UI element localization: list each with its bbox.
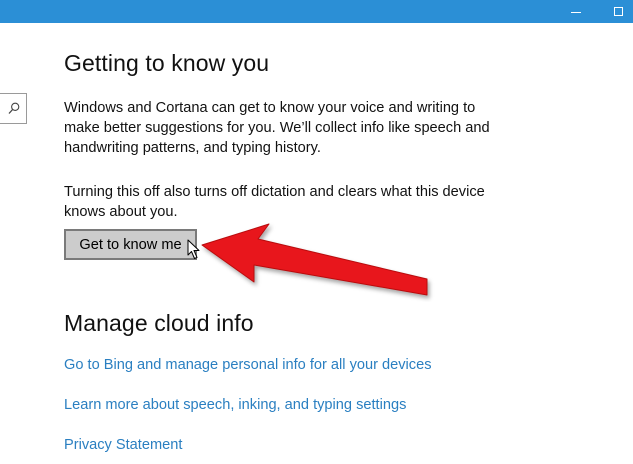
minimize-button[interactable]: [560, 0, 592, 23]
learn-more-speech-link[interactable]: Learn more about speech, inking, and typ…: [64, 397, 406, 413]
note-line: knows about you.: [64, 204, 178, 220]
title-bar: [0, 0, 633, 23]
minimize-icon: [571, 12, 581, 13]
dictation-note: Turning this off also turns off dictatio…: [64, 182, 514, 222]
description-line: Windows and Cortana can get to know your…: [64, 100, 476, 116]
bing-manage-info-link[interactable]: Go to Bing and manage personal info for …: [64, 357, 432, 373]
description-line: handwriting patterns, and typing history…: [64, 140, 321, 156]
mouse-pointer-icon: [187, 239, 200, 259]
getting-to-know-description: Windows and Cortana can get to know your…: [64, 98, 514, 158]
maximize-button[interactable]: [602, 0, 633, 23]
description-line: make better suggestions for you. We’ll c…: [64, 120, 490, 136]
manage-cloud-info-heading: Manage cloud info: [64, 310, 254, 336]
maximize-icon: [613, 7, 623, 16]
getting-to-know-heading: Getting to know you: [64, 50, 270, 76]
privacy-statement-link[interactable]: Privacy Statement: [64, 437, 182, 453]
red-arrow-annotation: [201, 223, 428, 296]
get-to-know-me-button[interactable]: Get to know me: [64, 229, 197, 260]
search-box[interactable]: [0, 93, 27, 124]
search-icon: [8, 102, 20, 114]
note-line: Turning this off also turns off dictatio…: [64, 184, 485, 200]
